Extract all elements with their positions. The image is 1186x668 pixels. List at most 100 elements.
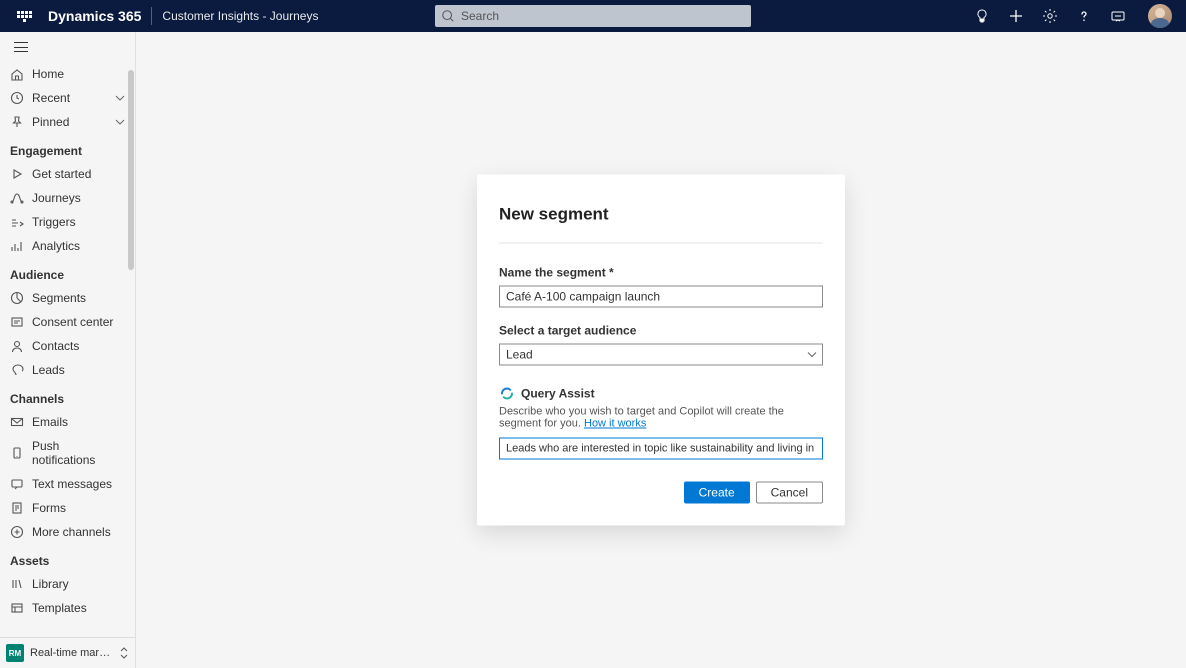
query-assist-input[interactable]	[499, 438, 823, 460]
sms-icon	[10, 477, 24, 491]
nav-segments[interactable]: Segments	[0, 286, 135, 310]
audience-label: Select a target audience	[499, 324, 823, 338]
area-switcher[interactable]: RM Real-time marketi...	[0, 637, 135, 668]
section-audience: Audience	[0, 258, 135, 286]
nav-label: Leads	[32, 363, 65, 377]
nav-analytics[interactable]: Analytics	[0, 234, 135, 258]
library-icon	[10, 577, 24, 591]
scrollbar-thumb[interactable]	[128, 70, 134, 270]
segment-name-input[interactable]	[499, 286, 823, 308]
nav-label: Journeys	[32, 191, 81, 205]
audience-value: Lead	[506, 348, 533, 362]
nav-label: Templates	[32, 601, 87, 615]
assistant-icon[interactable]	[1110, 8, 1126, 24]
nav-get started[interactable]: Get started	[0, 162, 135, 186]
nav-label: Push notifications	[32, 439, 125, 467]
top-bar: Dynamics 365 Customer Insights - Journey…	[0, 0, 1186, 32]
lightbulb-icon[interactable]	[974, 8, 990, 24]
gear-icon[interactable]	[1042, 8, 1058, 24]
plus-icon[interactable]	[1008, 8, 1024, 24]
top-actions	[974, 4, 1178, 28]
nav-label: Recent	[32, 91, 70, 105]
nav-label: Emails	[32, 415, 68, 429]
app-subtitle: Customer Insights - Journeys	[162, 9, 318, 23]
nav-label: Triggers	[32, 215, 76, 229]
pin-icon	[10, 115, 24, 129]
analytics-icon	[10, 239, 24, 253]
nav-label: Segments	[32, 291, 86, 305]
nav-home[interactable]: Home	[0, 62, 135, 86]
nav-forms[interactable]: Forms	[0, 496, 135, 520]
nav-consent center[interactable]: Consent center	[0, 310, 135, 334]
nav-label: Library	[32, 577, 69, 591]
section-engagement: Engagement	[0, 134, 135, 162]
form-icon	[10, 501, 24, 515]
query-assist-header: Query Assist	[499, 386, 823, 402]
nav-label: More channels	[32, 525, 111, 539]
hamburger-button[interactable]	[0, 32, 135, 62]
push-icon	[10, 446, 24, 460]
nav-templates[interactable]: Templates	[0, 596, 135, 620]
home-icon	[10, 67, 24, 81]
nav-pinned[interactable]: Pinned	[0, 110, 135, 134]
nav-library[interactable]: Library	[0, 572, 135, 596]
nav-label: Analytics	[32, 239, 80, 253]
search-icon	[441, 9, 455, 23]
app-launcher-icon[interactable]	[16, 8, 32, 24]
contacts-icon	[10, 339, 24, 353]
nav-label: Home	[32, 67, 64, 81]
area-label: Real-time marketi...	[30, 647, 113, 659]
nav-label: Pinned	[32, 115, 69, 129]
nav-contacts[interactable]: Contacts	[0, 334, 135, 358]
chevron-down-icon	[115, 93, 125, 103]
nav-triggers[interactable]: Triggers	[0, 210, 135, 234]
nav-label: Forms	[32, 501, 66, 515]
sidebar-scrollbar[interactable]	[127, 32, 135, 668]
nav-label: Consent center	[32, 315, 113, 329]
nav-leads[interactable]: Leads	[0, 358, 135, 382]
audience-select[interactable]: Lead	[499, 344, 823, 366]
section-channels: Channels	[0, 382, 135, 410]
name-label: Name the segment *	[499, 266, 823, 280]
nav-journeys[interactable]: Journeys	[0, 186, 135, 210]
hamburger-icon	[14, 42, 28, 52]
area-badge: RM	[6, 644, 24, 662]
copilot-icon	[499, 386, 515, 402]
template-icon	[10, 601, 24, 615]
leads-icon	[10, 363, 24, 377]
nav-text messages[interactable]: Text messages	[0, 472, 135, 496]
modal-title: New segment	[499, 205, 823, 225]
create-button[interactable]: Create	[684, 482, 750, 504]
avatar[interactable]	[1148, 4, 1172, 28]
nav-recent[interactable]: Recent	[0, 86, 135, 110]
content-area: New segment Name the segment * Select a …	[136, 32, 1186, 668]
section-assets: Assets	[0, 544, 135, 572]
sidebar: Home Recent Pinned Engagement Get starte…	[0, 32, 136, 668]
nav-label: Contacts	[32, 339, 79, 353]
cancel-button[interactable]: Cancel	[756, 482, 823, 504]
nav-push notifications[interactable]: Push notifications	[0, 434, 135, 472]
segment-icon	[10, 291, 24, 305]
journey-icon	[10, 191, 24, 205]
nav-emails[interactable]: Emails	[0, 410, 135, 434]
nav-more channels[interactable]: More channels	[0, 520, 135, 544]
how-it-works-link[interactable]: How it works	[584, 418, 646, 430]
clock-icon	[10, 91, 24, 105]
assist-description: Describe who you wish to target and Copi…	[499, 406, 823, 430]
more-icon	[10, 525, 24, 539]
play-icon	[10, 167, 24, 181]
brand-title: Dynamics 365	[48, 8, 141, 24]
nav-label: Get started	[32, 167, 91, 181]
divider	[151, 7, 152, 25]
trigger-icon	[10, 215, 24, 229]
consent-icon	[10, 315, 24, 329]
help-icon[interactable]	[1076, 8, 1092, 24]
chevron-down-icon	[807, 350, 817, 360]
search-input[interactable]	[435, 5, 751, 27]
modal-actions: Create Cancel	[499, 482, 823, 504]
assist-title: Query Assist	[521, 387, 595, 401]
new-segment-modal: New segment Name the segment * Select a …	[477, 175, 845, 526]
modal-divider	[499, 243, 823, 244]
chevron-down-icon	[115, 117, 125, 127]
nav-label: Text messages	[32, 477, 112, 491]
